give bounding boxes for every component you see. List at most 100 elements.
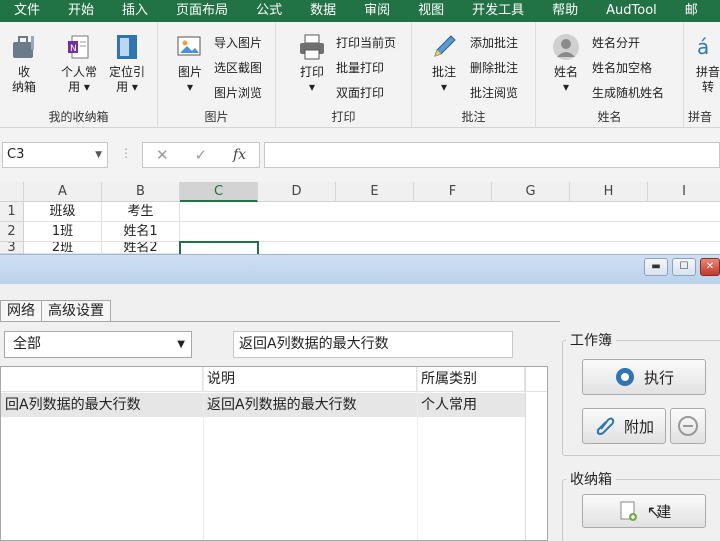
row-header[interactable]: 1 — [0, 202, 24, 222]
column-desc-header[interactable]: 说明 — [203, 367, 417, 392]
category-select[interactable]: 全部 ▼ — [4, 331, 192, 358]
tab-review[interactable]: 审阅 — [350, 0, 404, 22]
box-button[interactable]: 收 纳箱 — [4, 32, 44, 95]
split-name-button[interactable]: 姓名分开 — [592, 34, 640, 52]
region-screenshot-button[interactable]: 选区截图 — [214, 59, 262, 77]
browse-comments-button[interactable]: 批注阅览 — [470, 84, 518, 102]
group-print: 打印 ▾ 打印当前页 批量打印 双面打印 打印 — [276, 22, 412, 128]
search-input[interactable]: 返回A列数据的最大行数 — [233, 331, 513, 358]
execute-icon — [615, 368, 634, 386]
duplex-print-button[interactable]: 双面打印 — [336, 84, 384, 102]
column-header-selected[interactable]: C — [180, 182, 258, 202]
tab-advanced-settings[interactable]: 高级设置 — [41, 300, 111, 322]
item-category: 个人常用 — [421, 397, 477, 413]
picture-browse-button[interactable]: 图片浏览 — [214, 84, 262, 102]
svg-text:á: á — [697, 35, 709, 59]
group-picture: 图片 ▾ 导入图片 选区截图 图片浏览 图片 — [158, 22, 276, 128]
column-divider — [525, 367, 526, 540]
tab-view[interactable]: 视图 — [404, 0, 458, 22]
column-divider — [417, 367, 418, 540]
empty-cells-row1[interactable] — [180, 202, 720, 222]
drag-handle-icon[interactable]: ⋮ — [120, 146, 132, 160]
formula-bar: C3 ▼ ⋮ ✕ ✓ fx — [0, 128, 720, 182]
cell-b2[interactable]: 姓名1 — [102, 222, 180, 242]
execute-button[interactable]: 执行 — [582, 359, 706, 395]
cancel-icon[interactable]: ✕ — [156, 146, 169, 164]
tab-file[interactable]: 文件 — [0, 0, 54, 22]
person-icon — [553, 34, 579, 60]
list-item[interactable]: 回A列数据的最大行数 返回A列数据的最大行数 个人常用 — [1, 393, 525, 417]
column-header[interactable]: I — [648, 182, 720, 202]
chevron-down-icon[interactable]: ▼ — [95, 143, 102, 167]
close-button[interactable]: ✕ — [700, 258, 720, 276]
column-name-header[interactable] — [1, 367, 203, 392]
cell-b3[interactable]: 姓名2 — [102, 242, 180, 254]
column-header[interactable]: E — [336, 182, 414, 202]
print-button[interactable]: 打印 ▾ — [290, 32, 334, 95]
cell-a3[interactable]: 2班 — [24, 242, 102, 254]
item-name: 回A列数据的最大行数 — [5, 397, 141, 413]
delete-comment-button[interactable]: 删除批注 — [470, 59, 518, 77]
picture-button[interactable]: 图片 ▾ — [168, 32, 212, 95]
add-comment-button[interactable]: 添加批注 — [470, 34, 518, 52]
tab-insert[interactable]: 插入 — [108, 0, 162, 22]
dialog-title-bar[interactable]: ▬ ☐ ✕ — [0, 254, 720, 284]
row-header[interactable]: 2 — [0, 222, 24, 242]
tab-home[interactable]: 开始 — [54, 0, 108, 22]
active-cell-c3[interactable] — [179, 241, 259, 255]
formula-input[interactable] — [264, 142, 720, 168]
tab-data[interactable]: 数据 — [296, 0, 350, 22]
list-header: 说明 所属类别 — [1, 367, 547, 392]
function-icon[interactable]: fx — [233, 147, 246, 163]
tab-page-layout[interactable]: 页面布局 — [162, 0, 242, 22]
cell-b1[interactable]: 考生 — [102, 202, 180, 222]
minus-circle-icon — [678, 416, 698, 436]
minimize-button[interactable]: ▬ — [644, 258, 668, 276]
column-header[interactable]: G — [492, 182, 570, 202]
tab-network[interactable]: 网络 — [0, 300, 42, 322]
locate-reference-button[interactable]: 定位引 用 ▾ — [104, 32, 150, 95]
remove-button[interactable] — [670, 408, 706, 444]
spreadsheet-grid: 1 班级 考生 2 1班 姓名1 3 2班 姓名2 — [0, 202, 720, 255]
toolbox-icon — [13, 36, 34, 58]
row-header[interactable]: 3 — [0, 242, 24, 254]
column-divider — [203, 367, 204, 540]
personal-common-button[interactable]: N 个人常 用 ▾ — [56, 32, 102, 95]
column-header[interactable]: H — [570, 182, 648, 202]
group-label: 图片 — [204, 110, 229, 124]
tab-audtool[interactable]: AudTool — [592, 0, 671, 22]
maximize-button[interactable]: ☐ — [672, 258, 696, 276]
box-label: 收纳箱 — [566, 469, 616, 489]
attach-button[interactable]: 附加 — [582, 408, 666, 444]
group-pinyin: á 拼音 转 拼音 — [684, 22, 720, 128]
select-all-corner[interactable] — [0, 182, 24, 202]
empty-cells-row2[interactable] — [180, 222, 720, 242]
import-picture-button[interactable]: 导入图片 — [214, 34, 262, 52]
chevron-down-icon[interactable]: ▼ — [177, 332, 185, 357]
column-header[interactable]: D — [258, 182, 336, 202]
new-button[interactable]: ↖ 建 — [582, 494, 706, 528]
locate-panel-icon — [117, 35, 137, 59]
random-name-button[interactable]: 生成随机姓名 — [592, 84, 664, 102]
name-add-space-button[interactable]: 姓名加空格 — [592, 59, 652, 77]
print-current-page-button[interactable]: 打印当前页 — [336, 34, 396, 52]
cell-a1[interactable]: 班级 — [24, 202, 102, 222]
comment-button[interactable]: 批注 ▾ — [424, 32, 464, 95]
picture-icon — [177, 36, 201, 56]
confirm-icon[interactable]: ✓ — [194, 146, 207, 164]
name-box[interactable]: C3 ▼ — [2, 142, 108, 168]
tab-mail[interactable]: 邮 — [671, 0, 712, 22]
personal-doc-icon: N — [68, 35, 89, 59]
column-header[interactable]: A — [24, 182, 102, 202]
batch-print-button[interactable]: 批量打印 — [336, 59, 384, 77]
tab-help[interactable]: 帮助 — [538, 0, 592, 22]
tab-formulas[interactable]: 公式 — [242, 0, 296, 22]
column-category-header[interactable]: 所属类别 — [417, 367, 525, 392]
column-header[interactable]: B — [102, 182, 180, 202]
pinyin-button[interactable]: á 拼音 转 — [688, 32, 720, 95]
cell-a2[interactable]: 1班 — [24, 222, 102, 242]
workbook-label: 工作簿 — [566, 330, 616, 350]
name-button[interactable]: 姓名 ▾ — [546, 32, 586, 95]
tab-developer[interactable]: 开发工具 — [458, 0, 538, 22]
column-header[interactable]: F — [414, 182, 492, 202]
